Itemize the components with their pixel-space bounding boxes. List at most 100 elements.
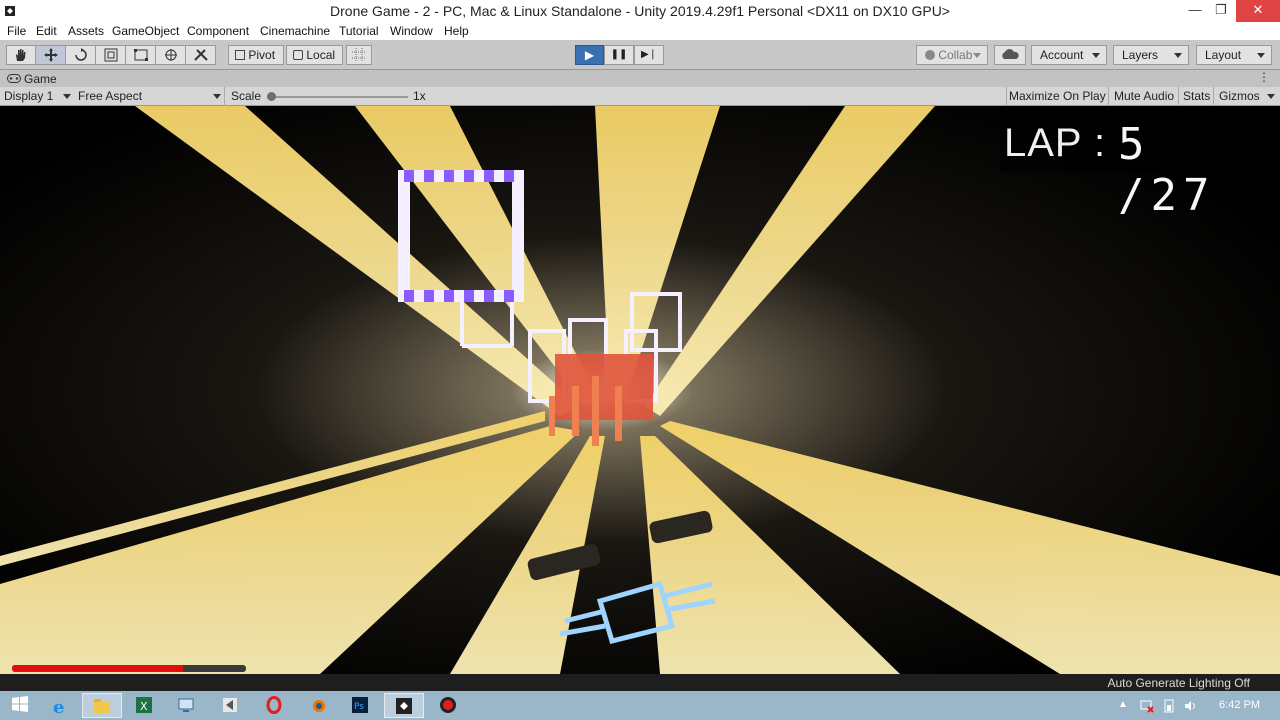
health-bar: [12, 665, 246, 672]
taskbar-remote-desktop[interactable]: [166, 693, 206, 718]
scale-icon: [104, 48, 117, 62]
collab-dropdown[interactable]: Collab: [916, 45, 988, 65]
lap-label: LAP :: [1004, 121, 1107, 165]
gizmos-caret-icon[interactable]: [1267, 94, 1275, 99]
lap-value: 5 /27: [1118, 119, 1216, 221]
step-button[interactable]: ▶❘: [634, 45, 664, 65]
display-dropdown[interactable]: Display 1: [4, 89, 53, 103]
scale-label: Scale: [231, 89, 262, 103]
lap-counter: LAP : 5 /27: [1000, 111, 1255, 221]
file-explorer-icon: [94, 699, 110, 713]
photoshop-icon: Ps: [352, 697, 368, 713]
aspect-caret-icon: [213, 94, 221, 99]
scale-slider-track[interactable]: [268, 96, 408, 98]
tab-menu-icon[interactable]: ⋮: [1258, 70, 1270, 84]
start-button[interactable]: [0, 693, 40, 718]
menu-component[interactable]: Component: [187, 24, 249, 38]
taskbar-unity[interactable]: [384, 693, 424, 718]
collab-label: Collab: [938, 48, 973, 62]
tray-expand-icon[interactable]: ▲: [1118, 699, 1132, 713]
hand-tool-button[interactable]: [6, 45, 36, 65]
opera-icon: [266, 696, 282, 714]
menu-file[interactable]: File: [7, 24, 26, 38]
hand-icon: [16, 49, 26, 61]
play-button[interactable]: ▶: [575, 45, 604, 65]
game-viewport[interactable]: LAP : 5 /27: [0, 106, 1280, 674]
account-label: Account: [1040, 48, 1084, 62]
taskbar-recorder[interactable]: [428, 693, 468, 718]
remote-desktop-icon: [178, 698, 194, 712]
maximize-on-play-toggle[interactable]: Maximize On Play: [1009, 89, 1106, 103]
account-dropdown[interactable]: Account: [1031, 45, 1107, 65]
excel-icon: X: [136, 697, 152, 713]
taskbar-opera[interactable]: [254, 693, 294, 718]
visual-studio-icon: [223, 698, 237, 712]
network-warning-icon[interactable]: [1140, 699, 1154, 713]
rotate-tool-button[interactable]: [66, 45, 96, 65]
transform-tool-button[interactable]: [156, 45, 186, 65]
start-icon: [12, 696, 28, 712]
main-toolbar: Pivot Local ▶ ❚❚ ▶❘ Collab Account Layer…: [0, 40, 1280, 70]
menu-bar: File Edit Assets GameObject Component Ci…: [0, 22, 1280, 40]
taskbar-visual-studio[interactable]: [210, 693, 250, 718]
layers-dropdown[interactable]: Layers: [1113, 45, 1189, 65]
rotate-icon: [74, 48, 87, 61]
local-icon: [293, 50, 303, 60]
rect-tool-button[interactable]: [126, 45, 156, 65]
menu-tutorial[interactable]: Tutorial: [339, 24, 379, 38]
record-icon: [440, 697, 456, 713]
grid-snap-button[interactable]: [346, 45, 372, 65]
transform-icon: [164, 49, 177, 61]
menu-cinemachine[interactable]: Cinemachine: [260, 24, 330, 38]
taskbar-file-explorer[interactable]: [82, 693, 122, 718]
local-label: Local: [306, 48, 336, 62]
menu-gameobject[interactable]: GameObject: [112, 24, 179, 38]
transform-tools: [6, 45, 217, 65]
local-toggle[interactable]: Local: [286, 45, 343, 65]
scale-value: 1x: [413, 89, 426, 103]
menu-help[interactable]: Help: [444, 24, 469, 38]
mute-audio-toggle[interactable]: Mute Audio: [1114, 89, 1174, 103]
cloud-button[interactable]: [994, 45, 1026, 65]
clock[interactable]: 6:42 PM: [1219, 699, 1260, 711]
game-scene: [0, 106, 1280, 674]
scale-tool-button[interactable]: [96, 45, 126, 65]
layout-label: Layout: [1205, 48, 1242, 62]
volume-icon[interactable]: [1184, 699, 1198, 713]
taskbar-photoshop[interactable]: Ps: [340, 693, 380, 718]
collab-check-icon: [925, 50, 935, 60]
close-button[interactable]: ✕: [1236, 0, 1280, 22]
svg-text:Ps: Ps: [354, 702, 364, 712]
stats-toggle[interactable]: Stats: [1183, 89, 1210, 103]
menu-assets[interactable]: Assets: [68, 24, 104, 38]
layers-label: Layers: [1122, 48, 1159, 62]
health-bar-fill: [12, 665, 183, 672]
pivot-icon: [235, 50, 245, 60]
maximize-button[interactable]: ❐: [1206, 0, 1236, 22]
taskbar-excel[interactable]: X: [124, 693, 164, 718]
taskbar-blender[interactable]: [298, 693, 338, 718]
unity-icon: [396, 698, 412, 714]
menu-edit[interactable]: Edit: [36, 24, 57, 38]
svg-text:X: X: [140, 700, 148, 713]
layout-dropdown[interactable]: Layout: [1196, 45, 1272, 65]
internet-explorer-icon: e: [53, 697, 64, 716]
scale-slider-thumb[interactable]: [267, 92, 276, 101]
menu-window[interactable]: Window: [390, 24, 433, 38]
window-title: Drone Game - 2 - PC, Mac & Linux Standal…: [330, 3, 950, 19]
rect-icon: [133, 49, 148, 61]
svg-text:e: e: [53, 697, 64, 716]
pause-button[interactable]: ❚❚: [604, 45, 634, 65]
custom-tool-button[interactable]: [186, 45, 216, 65]
gizmos-toggle[interactable]: Gizmos: [1219, 89, 1260, 103]
pivot-toggle[interactable]: Pivot: [228, 45, 284, 65]
gamepad-icon: [7, 74, 21, 83]
battery-icon[interactable]: [1162, 699, 1176, 713]
aspect-dropdown[interactable]: Free Aspect: [78, 89, 142, 103]
move-tool-button[interactable]: [36, 45, 66, 65]
taskbar-internet-explorer[interactable]: e: [40, 693, 80, 718]
title-bar: Drone Game - 2 - PC, Mac & Linux Standal…: [0, 0, 1280, 22]
grid-icon: [352, 48, 366, 62]
game-tab[interactable]: Game: [24, 72, 57, 86]
taskbar: e X Ps ▲ 6:42 PM: [0, 691, 1280, 720]
